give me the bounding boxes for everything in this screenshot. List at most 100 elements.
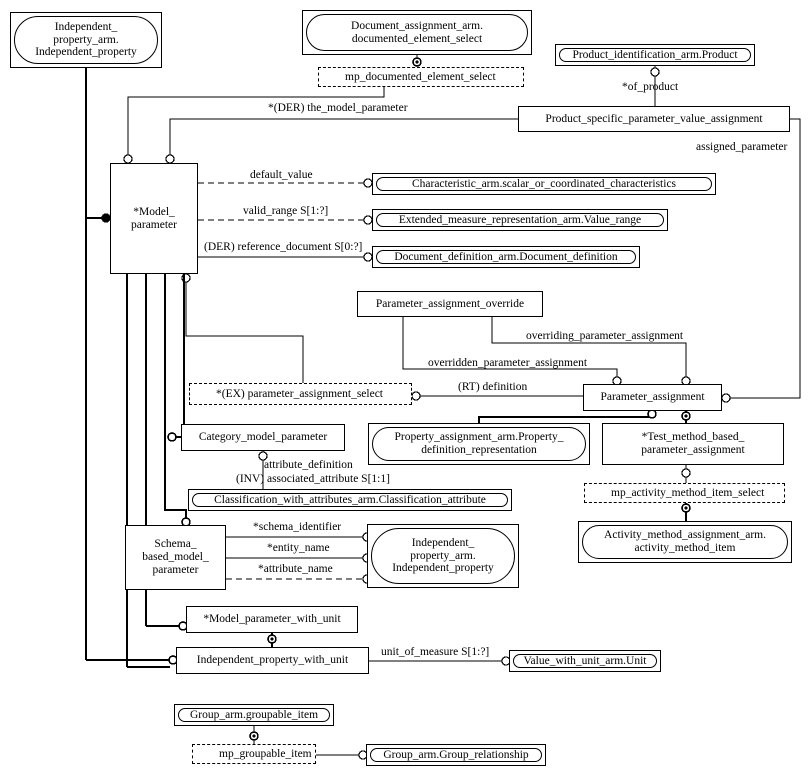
node-inner-documented_element_select: Document_assignment_arm. documented_elem… xyxy=(306,14,528,51)
node-classification_attribute[interactable]: Classification_with_attributes_arm.Class… xyxy=(188,489,512,511)
node-inner-category_model_parameter: Category_model_parameter xyxy=(185,428,341,447)
node-inner-property_definition_representation: Property_assignment_arm.Property_ defini… xyxy=(372,427,586,461)
node-label-scalar_or_coordinated: Characteristic_arm.scalar_or_coordinated… xyxy=(411,177,677,190)
node-category_model_parameter[interactable]: Category_model_parameter xyxy=(181,424,345,451)
node-unit[interactable]: Value_with_unit_arm.Unit xyxy=(509,650,661,672)
node-label-independent_property_right: Independent_ property_arm. Independent_p… xyxy=(392,536,494,575)
dot-activity-method-item-top xyxy=(684,506,688,510)
node-inner-classification_attribute: Classification_with_attributes_arm.Class… xyxy=(192,493,508,507)
node-parameter_assignment_override[interactable]: Parameter_assignment_override xyxy=(357,291,543,317)
node-inner-value_range: Extended_measure_representation_arm.Valu… xyxy=(376,213,664,227)
node-inner-parameter_assignment: Parameter_assignment xyxy=(587,388,718,407)
circle-model-parameter-top-1 xyxy=(123,154,133,164)
node-inner-independent_property_with_unit: Independent_property_with_unit xyxy=(180,651,365,670)
node-group_relationship[interactable]: Group_arm.Group_relationship xyxy=(366,744,546,766)
edge-assigned-parameter xyxy=(729,118,801,399)
node-label-parameter_assignment_select: *(EX) parameter_assignment_select xyxy=(216,387,384,400)
node-independent_property_with_unit[interactable]: Independent_property_with_unit xyxy=(176,647,369,674)
node-label-parameter_assignment_override: Parameter_assignment_override xyxy=(375,297,525,310)
dot-ipwu-top xyxy=(270,637,274,641)
node-independent_property_right[interactable]: Independent_ property_arm. Independent_p… xyxy=(367,524,519,588)
node-label-model_parameter: *Model_ parameter xyxy=(131,205,177,231)
circle-model-parameter-left-filled xyxy=(101,213,111,223)
node-parameter_assignment[interactable]: Parameter_assignment xyxy=(583,384,722,411)
node-inner-model_parameter: *Model_ parameter xyxy=(114,167,194,270)
node-inner-unit: Value_with_unit_arm.Unit xyxy=(513,654,657,668)
node-parameter_assignment_select[interactable]: *(EX) parameter_assignment_select xyxy=(189,383,412,405)
node-label-independent_property_top: Independent_ property_arm. Independent_p… xyxy=(35,20,137,59)
node-label-unit: Value_with_unit_arm.Unit xyxy=(523,654,647,667)
edge-label-attribute_name: *attribute_name xyxy=(258,563,333,575)
circle-rt-definition xyxy=(411,391,421,401)
node-activity_method_item[interactable]: Activity_method_assignment_arm. activity… xyxy=(578,521,792,563)
node-label-parameter_assignment: Parameter_assignment xyxy=(600,391,705,404)
edge-label-associated_attribute: (INV) associated_attribute S[1:1] xyxy=(236,473,390,485)
dot-test-method-top xyxy=(684,414,688,418)
node-mp_activity_method_item_select[interactable]: mp_activity_method_item_select xyxy=(584,483,785,503)
node-inner-activity_method_item: Activity_method_assignment_arm. activity… xyxy=(582,525,788,559)
node-inner-schema_based_model_parameter: Schema_ based_model_ parameter xyxy=(129,529,222,586)
node-document_definition[interactable]: Document_definition_arm.Document_definit… xyxy=(372,246,640,268)
node-scalar_or_coordinated[interactable]: Characteristic_arm.scalar_or_coordinated… xyxy=(372,173,716,195)
node-mp_groupable_item[interactable]: mp_groupable_item xyxy=(192,744,316,764)
edge-pa-subtype-left xyxy=(477,411,654,423)
dot-mp-groupable-top xyxy=(252,734,256,738)
node-inner-parameter_assignment_override: Parameter_assignment_override xyxy=(361,295,539,313)
node-model_parameter[interactable]: *Model_ parameter xyxy=(110,163,198,274)
node-test_method_based_pa[interactable]: *Test_method_based_ parameter_assignment xyxy=(602,423,784,465)
edge-label-valid_range: valid_range S[1:?] xyxy=(243,205,329,217)
node-label-product_specific_pva: Product_specific_parameter_value_assignm… xyxy=(545,112,763,125)
node-independent_property_top[interactable]: Independent_ property_arm. Independent_p… xyxy=(10,12,162,68)
dot-mpdes-top xyxy=(415,60,419,64)
node-model_parameter_with_unit[interactable]: *Model_parameter_with_unit xyxy=(186,606,358,633)
node-mp_documented_element_select[interactable]: mp_documented_element_select xyxy=(318,67,524,87)
node-label-test_method_based_pa: *Test_method_based_ parameter_assignment xyxy=(641,431,745,456)
circle-model-parameter-top-2 xyxy=(165,154,175,164)
edge-label-rt_definition: (RT) definition xyxy=(458,381,528,393)
node-product[interactable]: Product_identification_arm.Product xyxy=(555,44,755,66)
node-documented_element_select[interactable]: Document_assignment_arm. documented_elem… xyxy=(302,10,532,55)
node-inner-groupable_item: Group_arm.groupable_item xyxy=(178,708,330,722)
node-groupable_item[interactable]: Group_arm.groupable_item xyxy=(174,704,334,726)
node-value_range[interactable]: Extended_measure_representation_arm.Valu… xyxy=(372,209,668,231)
edge-label-overridden_parameter_assignment: overridden_parameter_assignment xyxy=(428,357,588,369)
node-label-group_relationship: Group_arm.Group_relationship xyxy=(383,748,529,761)
node-label-value_range: Extended_measure_representation_arm.Valu… xyxy=(398,213,642,226)
circle-parameter-assignment-right xyxy=(721,393,731,403)
edge-pspva-to-model-parameter xyxy=(169,118,518,156)
node-inner-scalar_or_coordinated: Characteristic_arm.scalar_or_coordinated… xyxy=(376,177,712,191)
node-inner-group_relationship: Group_arm.Group_relationship xyxy=(370,748,542,762)
edge-subtype-branch-4 xyxy=(175,274,186,439)
node-inner-product_specific_pva: Product_specific_parameter_value_assignm… xyxy=(522,110,786,128)
edge-label-of_product: *of_product xyxy=(622,81,679,93)
edge-label-the_model_parameter: *(DER) the_model_parameter xyxy=(268,102,408,114)
node-label-mp_groupable_item: mp_groupable_item xyxy=(219,747,312,760)
edge-label-schema_identifier: *schema_identifier xyxy=(253,521,342,533)
node-label-schema_based_model_parameter: Schema_ based_model_ parameter xyxy=(142,538,209,576)
circle-valid-range xyxy=(363,215,373,225)
node-property_definition_representation[interactable]: Property_assignment_arm.Property_ defini… xyxy=(368,423,590,465)
node-inner-product: Product_identification_arm.Product xyxy=(559,48,751,62)
node-label-model_parameter_with_unit: *Model_parameter_with_unit xyxy=(203,613,341,626)
node-label-groupable_item: Group_arm.groupable_item xyxy=(189,708,319,721)
node-label-mp_documented_element_select: mp_documented_element_select xyxy=(345,70,496,83)
circle-pa-subtype-node xyxy=(647,409,657,419)
express-g-diagram: Independent_ property_arm. Independent_p… xyxy=(0,0,809,779)
circle-activity-method-select-top xyxy=(681,468,691,478)
node-label-independent_property_with_unit: Independent_property_with_unit xyxy=(196,654,349,667)
node-label-product: Product_identification_arm.Product xyxy=(572,48,738,61)
node-schema_based_model_parameter[interactable]: Schema_ based_model_ parameter xyxy=(125,525,226,590)
node-product_specific_pva[interactable]: Product_specific_parameter_value_assignm… xyxy=(518,106,790,132)
node-inner-test_method_based_pa: *Test_method_based_ parameter_assignment xyxy=(606,427,780,461)
circle-category-model-parameter-left xyxy=(167,432,177,442)
node-label-property_definition_representation: Property_assignment_arm.Property_ defini… xyxy=(394,431,564,456)
edge-label-attribute_definition: attribute_definition xyxy=(264,459,353,471)
edge-label-overriding_parameter_assignment: overriding_parameter_assignment xyxy=(526,330,684,342)
node-label-activity_method_item: Activity_method_assignment_arm. activity… xyxy=(604,529,766,554)
node-label-documented_element_select: Document_assignment_arm. documented_elem… xyxy=(351,19,483,45)
edge-model-parameter-to-pa-select xyxy=(185,281,304,383)
node-label-document_definition: Document_definition_arm.Document_definit… xyxy=(394,250,618,263)
node-label-mp_activity_method_item_select: mp_activity_method_item_select xyxy=(611,486,765,499)
edge-label-assigned_parameter: assigned_parameter xyxy=(696,141,788,153)
circle-of-product xyxy=(650,67,660,77)
